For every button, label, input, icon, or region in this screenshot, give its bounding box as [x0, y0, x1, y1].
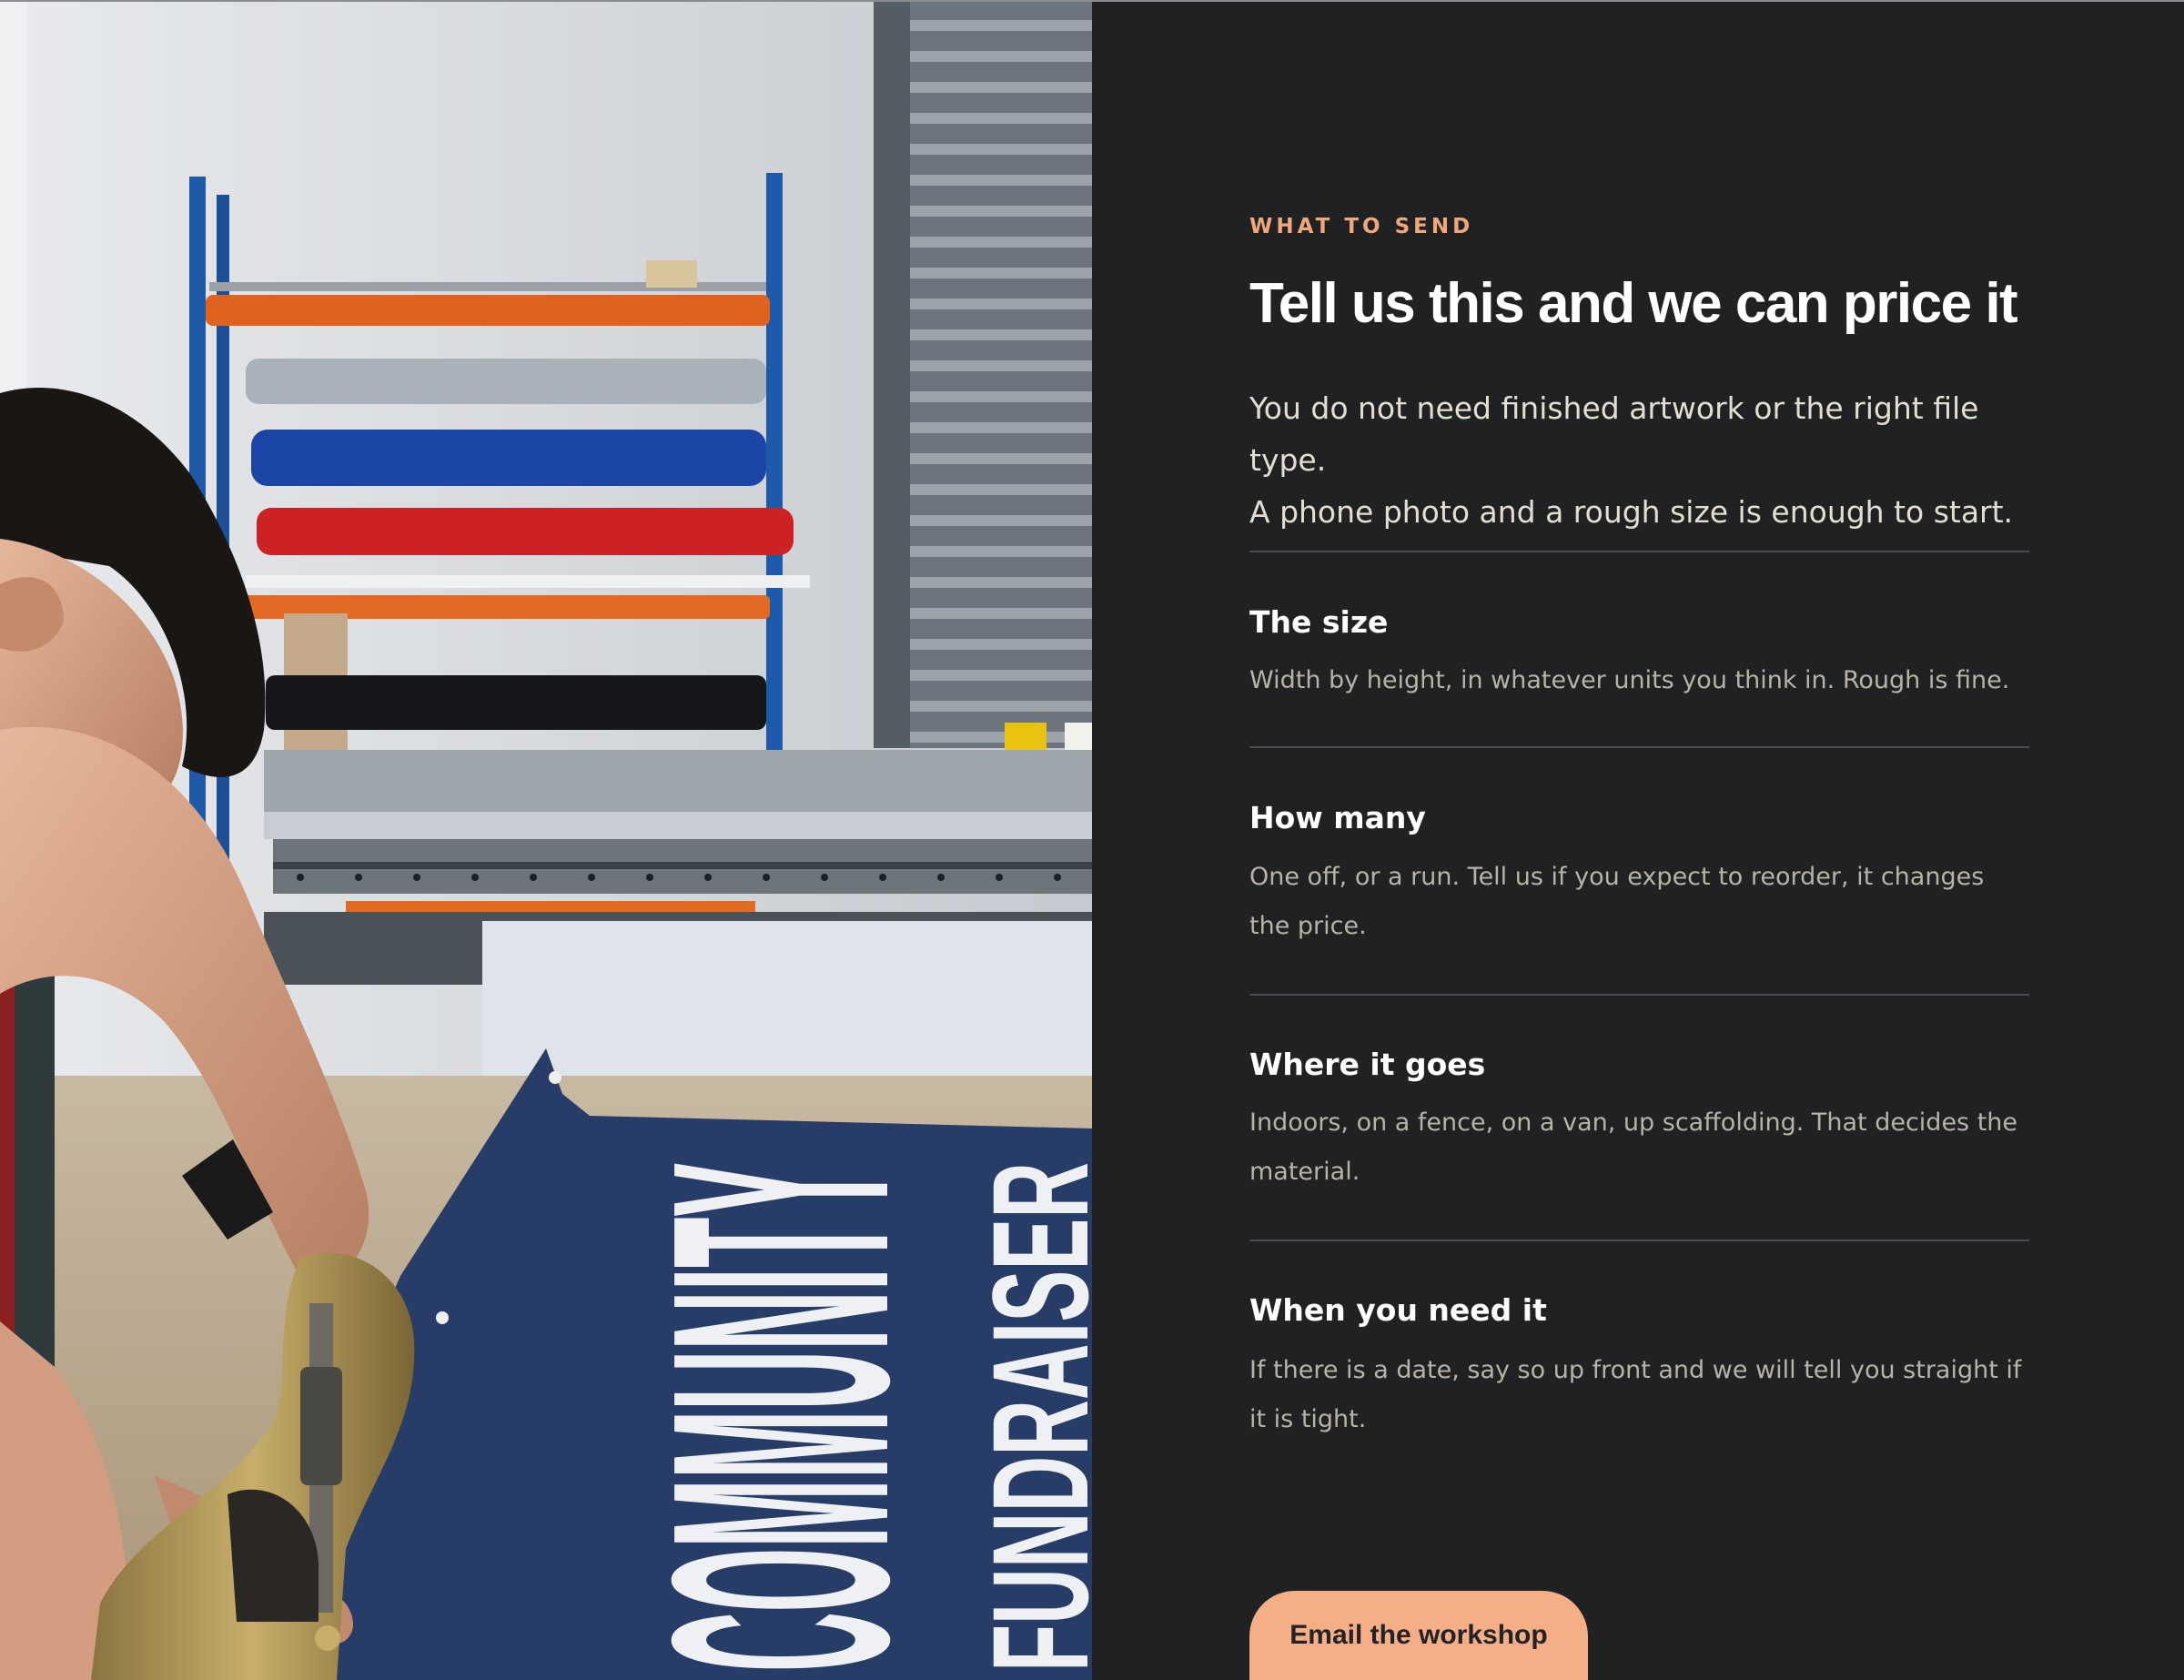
roll-black: [266, 675, 766, 730]
eyelet-top: [549, 1071, 561, 1084]
shutter-slat: [910, 51, 1092, 62]
divider: [1249, 994, 2029, 996]
shutter-slat: [910, 453, 1092, 464]
shutter-slat: [910, 268, 1092, 278]
rail-mark: [704, 874, 712, 881]
rail-mark: [471, 874, 479, 881]
section-title: Tell us this and we can price it: [1249, 272, 2018, 335]
intro-line-1: You do not need finished artwork or the …: [1249, 390, 1979, 478]
shutter-slat: [910, 237, 1092, 248]
rail-mark: [646, 874, 653, 881]
item-body-quantity: One off, or a run. Tell us if you expect…: [1249, 863, 1985, 940]
shutter-slat: [910, 608, 1092, 619]
shutter-slat: [910, 639, 1092, 650]
shutter-slat: [910, 546, 1092, 557]
shutter-slat: [910, 144, 1092, 155]
item-title-deadline: When you need it: [1249, 1292, 1547, 1328]
shutter-slat: [910, 175, 1092, 186]
intro-line-2: A phone photo and a rough size is enough…: [1249, 494, 2014, 530]
intro-paragraph: You do not need finished artwork or the …: [1249, 382, 2050, 538]
shutter-slat: [910, 299, 1092, 309]
roll-white: [246, 575, 810, 588]
content-panel: WHAT TO SEND Tell us this and we can pri…: [1092, 2, 2184, 1680]
rail-mark: [937, 874, 945, 881]
shutter-slat: [910, 391, 1092, 402]
item-body-size: Width by height, in whatever units you t…: [1249, 666, 2010, 694]
rail-mark: [1054, 874, 1061, 881]
shutter-slat: [910, 422, 1092, 433]
red-edge: [0, 967, 15, 1367]
roll-blue: [251, 430, 766, 486]
shutter-slat: [910, 515, 1092, 526]
shutter-slat: [910, 20, 1092, 31]
rail-mark: [996, 874, 1003, 881]
item-body-location: Indoors, on a fence, on a van, up scaffo…: [1249, 1108, 2018, 1186]
roll-red: [257, 508, 794, 555]
item-title-location: Where it goes: [1249, 1047, 1486, 1082]
rail-mark: [588, 874, 595, 881]
shutter-slat: [910, 82, 1092, 93]
item-title-size: The size: [1249, 604, 1389, 640]
banner-text-2: FUNDRAISER: [964, 1162, 1092, 1672]
divider: [1249, 551, 2029, 552]
banner-text-1: COMMUNITY: [608, 1162, 954, 1672]
divider: [1249, 746, 2029, 748]
shutter-slat: [910, 670, 1092, 681]
shutter-slat: [910, 206, 1092, 217]
eyelet-middle: [436, 1311, 449, 1324]
rail-mark: [879, 874, 886, 881]
shutter-slat: [910, 329, 1092, 340]
item-body-deadline: If there is a date, say so up front and …: [1249, 1356, 2022, 1433]
shutter-slat: [910, 577, 1092, 588]
page: COMMUNITY FUNDRAISER: [0, 0, 2184, 1680]
rail-mark: [355, 874, 362, 881]
rail-mark: [763, 874, 770, 881]
rail-mark: [297, 874, 304, 881]
roll-orange-top: [206, 295, 770, 326]
svg-text:FUNDRAISER: FUNDRAISER: [964, 1162, 1092, 1672]
shutter-slat: [910, 360, 1092, 371]
white-media: [482, 921, 1092, 1085]
tape-roll: [646, 260, 697, 288]
item-title-quantity: How many: [1249, 800, 1426, 835]
email-workshop-button[interactable]: Email the workshop: [1249, 1591, 1588, 1680]
shelf-post-right: [766, 173, 783, 755]
rail-mark: [530, 874, 537, 881]
shutter-slat: [910, 113, 1092, 124]
divider: [1249, 1240, 2029, 1241]
workshop-photo: COMMUNITY FUNDRAISER: [0, 2, 1092, 1680]
shutter-slat: [910, 484, 1092, 495]
email-workshop-label: Email the workshop: [1289, 1620, 1548, 1650]
roll-grey: [246, 359, 766, 404]
svg-text:COMMUNITY: COMMUNITY: [608, 1162, 954, 1672]
rail-mark: [821, 874, 828, 881]
eyebrow-label: WHAT TO SEND: [1249, 215, 1474, 238]
rail-mark: [413, 874, 420, 881]
shutter-slat: [910, 701, 1092, 712]
